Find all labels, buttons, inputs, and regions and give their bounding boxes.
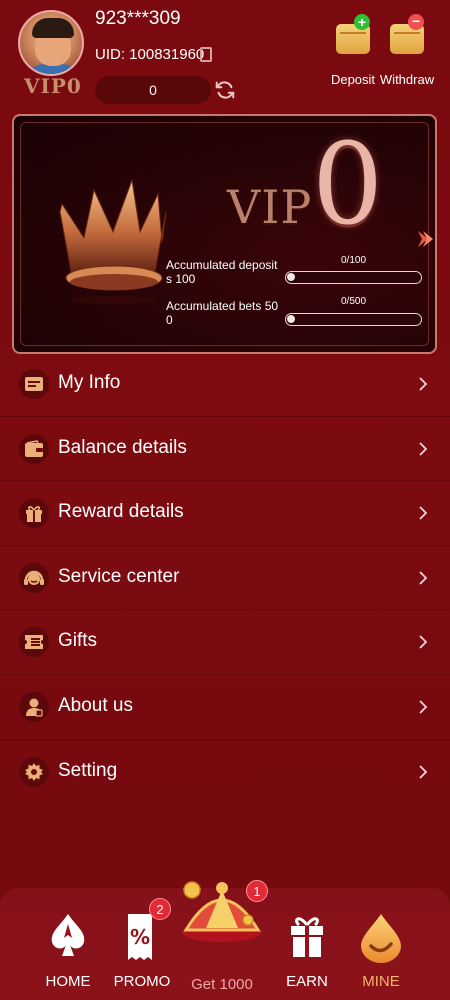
vip-card[interactable]: VIP 0 Accumulated deposit s 100 0/100 Ac… <box>12 114 437 354</box>
bets-progress-bar <box>285 313 422 326</box>
refresh-icon[interactable] <box>214 79 236 101</box>
crown-icon <box>59 179 167 304</box>
menu-item-about-us[interactable]: About us <box>0 675 450 740</box>
nav-earn[interactable]: EARN <box>274 912 340 998</box>
get-count-badge: 1 <box>246 880 268 902</box>
menu-item-label: My Info <box>58 372 121 393</box>
bets-progress-fill <box>287 315 295 323</box>
gift-icon <box>291 917 323 957</box>
nav-earn-label: EARN <box>286 973 328 990</box>
chevron-right-icon[interactable] <box>414 228 436 250</box>
svg-text:%: % <box>130 925 150 949</box>
menu-item-label: Reward details <box>58 501 184 523</box>
chevron-right-icon <box>419 635 428 650</box>
profile-header: VIP0 923***309 UID: 100831960 0 + Deposi… <box>0 0 450 112</box>
vip-title: VIP <box>227 180 313 234</box>
chevron-right-icon <box>419 571 428 585</box>
promo-count-badge: 2 <box>149 898 171 920</box>
bets-progress-text: 0/500 <box>341 296 367 307</box>
ticket-icon <box>25 635 43 650</box>
menu-item-label: Service center <box>58 565 180 587</box>
bottom-navigation: HOME % 2 PROMO 1 Get 1000 EARN MINE <box>0 880 450 1000</box>
nav-home-label: HOME <box>45 973 91 990</box>
menu-item-setting[interactable]: Setting <box>0 740 450 805</box>
menu-item-label: About us <box>58 694 133 716</box>
spade-icon <box>51 914 85 956</box>
avatar-image <box>18 10 84 76</box>
deposit-wallet-icon: + <box>336 14 370 54</box>
headset-icon <box>24 570 44 585</box>
chevron-right-icon <box>419 441 428 456</box>
gift-box-icon <box>26 506 42 523</box>
drop-smile-icon <box>361 914 401 963</box>
chevron-right-icon <box>419 377 428 391</box>
copy-icon[interactable] <box>200 47 212 62</box>
deposit-progress-text: 0/100 <box>341 255 367 266</box>
accumulated-deposits-label: Accumulated deposit s 100 <box>166 258 278 286</box>
vip-level-number: 0 <box>312 120 384 250</box>
nav-get-bonus[interactable]: 1 Get 1000 <box>175 880 269 998</box>
user-phone: 923***309 <box>95 8 181 29</box>
id-card-icon <box>25 377 43 391</box>
chevron-right-icon <box>419 506 428 520</box>
menu-item-gifts[interactable]: Gifts <box>0 610 450 675</box>
wallet-icon <box>25 439 43 457</box>
chevron-right-icon <box>419 764 428 779</box>
gear-icon <box>25 762 43 781</box>
nav-mine-label: MINE <box>362 973 400 990</box>
menu-item-service-center[interactable]: Service center <box>0 546 450 611</box>
menu-item-label: Gifts <box>58 630 98 652</box>
nav-mine[interactable]: MINE <box>348 912 414 998</box>
account-menu: My Info Balance details Reward details S… <box>0 352 450 804</box>
deposit-progress-fill <box>287 273 295 281</box>
menu-item-label: Setting <box>58 759 118 781</box>
chevron-right-icon <box>419 700 428 714</box>
menu-item-label: Balance details <box>58 436 187 458</box>
person-icon <box>26 698 43 717</box>
withdraw-wallet-icon: − <box>390 14 424 54</box>
nav-home[interactable]: HOME <box>35 912 101 998</box>
nav-get-label: Get 1000 <box>191 976 253 993</box>
menu-item-my-info[interactable]: My Info <box>0 352 450 417</box>
user-uid: UID: 100831960 <box>95 46 205 63</box>
vip-level-badge: VIP0 <box>24 74 82 98</box>
menu-item-reward-details[interactable]: Reward details <box>0 481 450 546</box>
balance-display: 0 <box>95 76 211 104</box>
withdraw-label: Withdraw <box>379 72 435 87</box>
deposit-progress-bar <box>285 271 422 284</box>
nav-promo[interactable]: % 2 PROMO <box>109 898 175 998</box>
nav-promo-label: PROMO <box>113 973 171 990</box>
menu-item-balance-details[interactable]: Balance details <box>0 417 450 482</box>
avatar[interactable]: VIP0 <box>18 10 84 102</box>
withdraw-button[interactable]: − Withdraw <box>372 14 442 90</box>
promo-ticket-icon: % <box>128 914 152 960</box>
accumulated-bets-label: Accumulated bets 50 0 <box>166 299 279 327</box>
